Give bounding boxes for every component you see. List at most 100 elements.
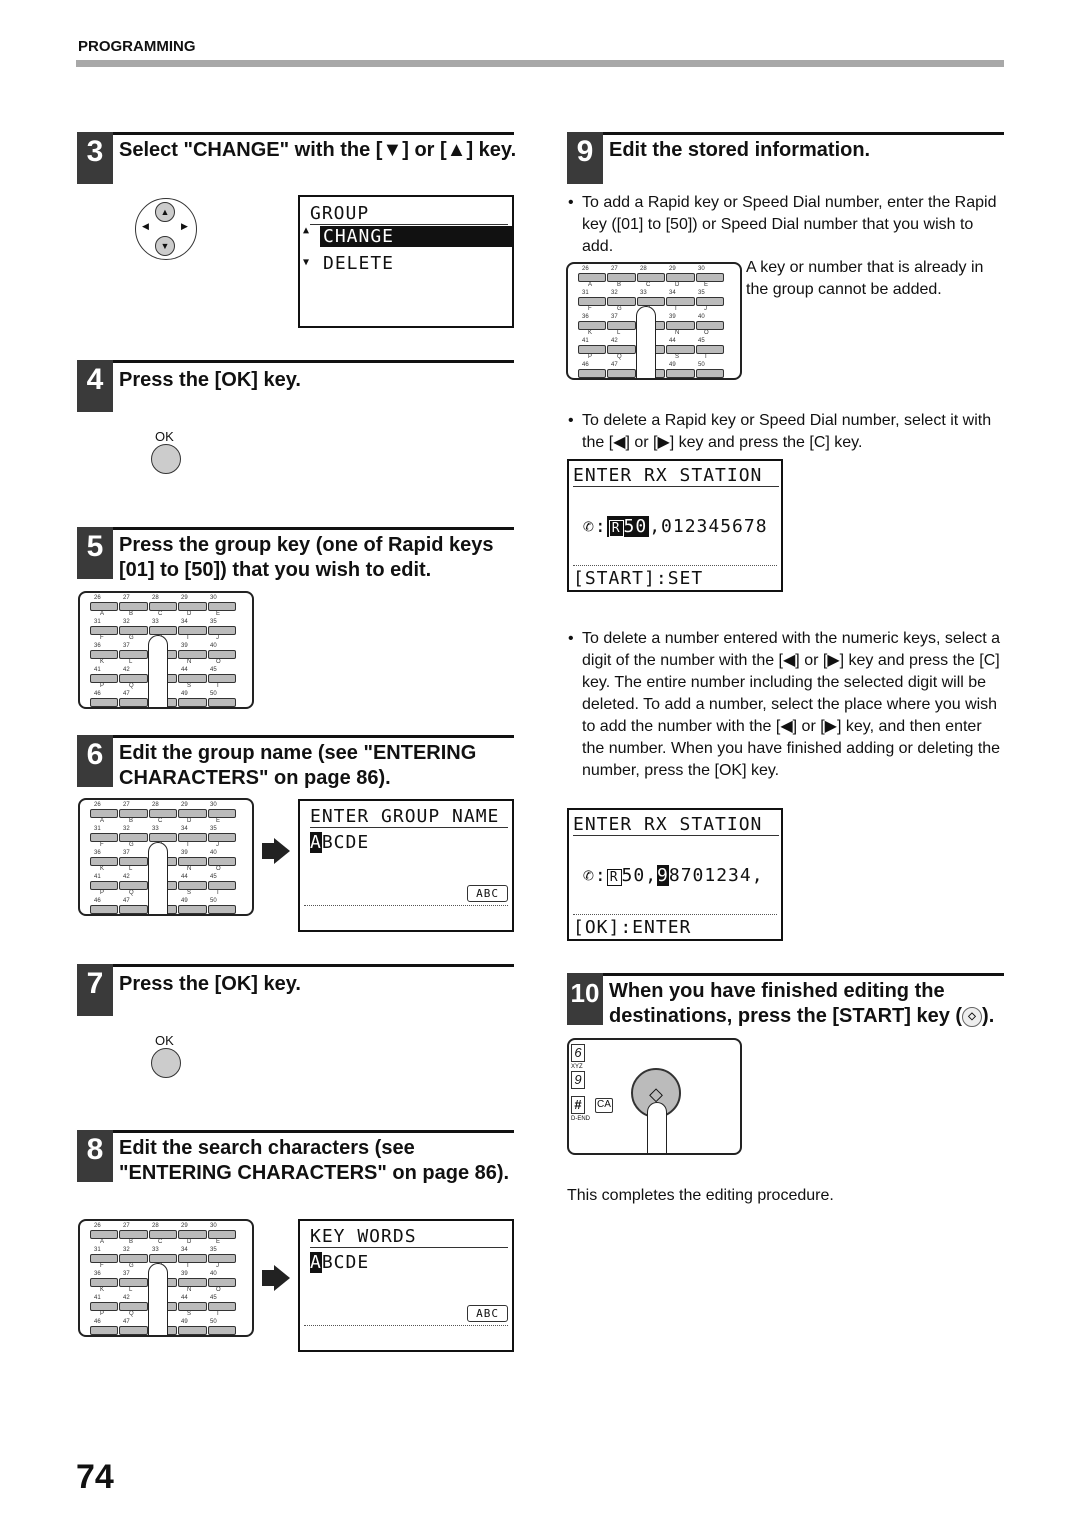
page-number: 74	[76, 1458, 114, 1496]
selected-digit[interactable]: 9	[657, 865, 669, 886]
rapid-key-label: P	[100, 683, 105, 689]
rapid-key-label: 47	[123, 898, 130, 904]
rapid-key-label: F	[100, 1263, 104, 1269]
rapid-key-label: 36	[94, 850, 101, 856]
rapid-key-label: B	[129, 1239, 134, 1245]
entry-number[interactable]: ,012345678	[649, 516, 767, 537]
rapid-key-label: L	[129, 659, 133, 665]
right-arrow-head	[274, 1265, 290, 1291]
rapid-key-label: 44	[181, 1295, 188, 1301]
rapid-key-label: 40	[210, 643, 217, 649]
rapid-key-label: B	[129, 818, 134, 824]
rapid-key-row	[90, 626, 237, 635]
rapid-key	[119, 905, 148, 914]
rapid-key	[207, 1302, 237, 1311]
rapid-key-label: 46	[94, 898, 101, 904]
rapid-key	[90, 1302, 119, 1311]
rapid-key	[695, 321, 725, 330]
bullet-delete-rapid: • To delete a Rapid key or Speed Dial num…	[568, 410, 1004, 454]
rapid-key-label: A	[100, 611, 105, 617]
rapid-key	[607, 369, 636, 378]
rapid-key	[90, 650, 119, 659]
step-number: 10	[567, 973, 603, 1025]
rapid-key-label: J	[704, 306, 707, 312]
rapid-key	[119, 809, 148, 818]
rapid-icon: R	[606, 869, 622, 886]
rapid-key	[636, 273, 666, 282]
rapid-key-label: 45	[210, 1295, 217, 1301]
rapid-key-label: 29	[181, 802, 188, 808]
step-number: 5	[77, 527, 113, 579]
rapid-key-label: 37	[123, 1271, 130, 1277]
key-words-value[interactable]: BCDE	[322, 1252, 369, 1273]
bullet-text: To delete a number entered with the nume…	[582, 630, 1001, 779]
rapid-key-label: 49	[669, 362, 676, 368]
entry-number[interactable]: 8701234,	[669, 865, 764, 886]
rapid-key	[90, 674, 119, 683]
rapid-key	[119, 833, 148, 842]
rapid-key-label: 29	[181, 595, 188, 601]
group-name-value[interactable]: BCDE	[322, 832, 369, 853]
down-key-icon: ▼	[155, 236, 175, 256]
rapid-key-label: 32	[123, 826, 130, 832]
selected-entry[interactable]: 50	[624, 516, 648, 537]
rapid-key	[119, 650, 148, 659]
text-cursor: A	[310, 1252, 322, 1273]
start-key-illustration: 6 XYZ 9 # D-END CA ◇	[567, 1038, 742, 1155]
rapid-key-label: 41	[94, 667, 101, 673]
rapid-key	[207, 674, 237, 683]
rapid-key-label: G	[129, 635, 134, 641]
bullet-add: • To add a Rapid key or Speed Dial number…	[568, 192, 1004, 258]
bullet-delete-number: • To delete a number entered with the num…	[568, 628, 1004, 782]
rapid-keypad-illustration: 2627282930ABCDE3132333435FGHIJ3637383940…	[78, 798, 254, 916]
menu-item-delete[interactable]: DELETE	[323, 253, 394, 274]
rapid-key	[90, 1278, 119, 1287]
rapid-key	[178, 905, 207, 914]
rapid-key	[207, 833, 237, 842]
rapid-key-label: G	[129, 842, 134, 848]
note-text: A key or number that is already in the g…	[746, 259, 984, 298]
scroll-up-icon: ▲	[303, 225, 311, 236]
rapid-key-label: A	[100, 1239, 105, 1245]
rapid-key-label: D	[187, 611, 192, 617]
rapid-key	[607, 345, 636, 354]
rapid-key	[178, 1230, 207, 1239]
ok-key-label: OK	[155, 1033, 174, 1048]
rapid-key-label: 27	[123, 1223, 130, 1229]
rapid-key	[148, 602, 178, 611]
step-number: 7	[77, 964, 113, 1016]
rapid-key-label: 44	[669, 338, 676, 344]
rapid-key-row	[578, 297, 725, 306]
rapid-key	[119, 674, 148, 683]
rapid-key-label: 26	[94, 802, 101, 808]
rapid-key-label: 26	[94, 1223, 101, 1229]
rapid-key-label: 42	[611, 338, 618, 344]
rapid-key	[578, 297, 607, 306]
key-6: 6	[571, 1044, 585, 1062]
key-label: D-END	[571, 1116, 590, 1122]
finger-icon	[148, 1263, 168, 1335]
step-number: 9	[567, 132, 603, 184]
rapid-key-label: 30	[698, 266, 705, 272]
rapid-key	[148, 626, 178, 635]
finger-icon	[148, 635, 168, 707]
phone-icon: ✆	[583, 516, 595, 537]
rapid-key-label: 46	[94, 691, 101, 697]
arrow-keys-illustration: ▲ ▼ ◀ ▶	[135, 198, 197, 260]
rapid-key	[578, 273, 607, 282]
menu-item-change[interactable]: CHANGE	[320, 226, 514, 247]
rapid-key	[178, 602, 207, 611]
rapid-key-label: K	[100, 1287, 105, 1293]
rapid-key-label: F	[100, 635, 104, 641]
lcd-enter-rx-station-2: ENTER RX STATION ✆: R 50,98701234, [OK]:EN…	[567, 808, 783, 941]
step-number: 3	[77, 132, 113, 184]
rapid-key-label: 39	[181, 643, 188, 649]
rapid-key	[178, 833, 207, 842]
step-number: 8	[77, 1130, 113, 1182]
left-key-icon: ◀	[142, 221, 149, 231]
scroll-down-icon: ▼	[303, 257, 311, 268]
rapid-key-label: 36	[94, 1271, 101, 1277]
rapid-key-label: G	[617, 306, 622, 312]
rapid-key	[178, 626, 207, 635]
rapid-key-label: E	[216, 611, 221, 617]
